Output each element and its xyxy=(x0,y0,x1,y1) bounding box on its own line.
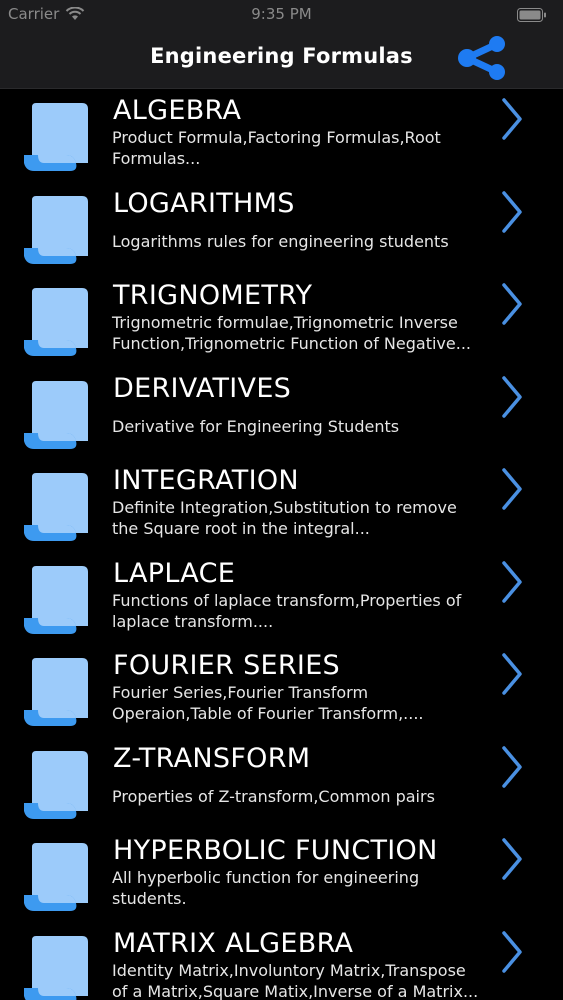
share-icon xyxy=(458,36,505,80)
document-icon xyxy=(24,103,92,171)
item-title: TRIGNOMETRY xyxy=(113,280,313,311)
item-title: INTEGRATION xyxy=(113,465,299,496)
chevron-right-icon xyxy=(501,745,523,789)
list-item[interactable]: FOURIER SERIES Fourier Series,Fourier Tra… xyxy=(0,644,563,737)
item-description: Fourier Series,Fourier Transform Operaio… xyxy=(112,683,424,723)
list-item[interactable]: INTEGRATION Definite Integration,Substitu… xyxy=(0,459,563,552)
document-icon xyxy=(24,565,92,634)
list-item[interactable]: TRIGNOMETRY Trignometric formulae,Trignom… xyxy=(0,274,563,367)
document-icon xyxy=(24,380,92,449)
list-item[interactable]: ALGEBRA Product Formula,Factoring Formula… xyxy=(0,89,563,182)
list-item[interactable]: LAPLACE Functions of laplace transform,Pr… xyxy=(0,552,563,645)
chevron-right-icon xyxy=(501,652,523,696)
battery-icon xyxy=(517,8,547,22)
item-description: All hyperbolic function for engineering … xyxy=(112,868,420,908)
item-title: ALGEBRA xyxy=(113,95,242,126)
item-title: DERIVATIVES xyxy=(113,372,292,404)
chevron-right-icon xyxy=(501,560,523,604)
item-title: LAPLACE xyxy=(113,557,236,589)
item-title: HYPERBOLIC FUNCTION xyxy=(113,835,438,866)
list-item[interactable]: LOGARITHMS Logarithms rules for engineeri… xyxy=(0,182,563,275)
document-icon xyxy=(24,935,92,1000)
item-title: FOURIER SERIES xyxy=(113,650,340,681)
item-description: Logarithms rules for engineering student… xyxy=(112,231,449,251)
app-screen: Carrier 9:35 PM Engineering Formulas ALG… xyxy=(0,0,563,1000)
navigation-bar: Engineering Formulas xyxy=(0,28,563,89)
status-time: 9:35 PM xyxy=(251,5,312,23)
list-item[interactable]: DERIVATIVES Derivative for Engineering St… xyxy=(0,367,563,460)
document-icon xyxy=(24,843,92,911)
item-title: LOGARITHMS xyxy=(113,187,295,219)
chevron-right-icon xyxy=(501,97,523,141)
chevron-right-icon xyxy=(501,282,523,326)
document-icon xyxy=(24,750,92,819)
chevron-right-icon xyxy=(501,930,523,974)
document-icon xyxy=(24,288,92,356)
item-title: MATRIX ALGEBRA xyxy=(113,927,354,959)
list-item[interactable]: MATRIX ALGEBRA Identity Matrix,Involuntor… xyxy=(0,922,563,1000)
item-description: Product Formula,Factoring Formulas,Root … xyxy=(112,128,441,168)
document-icon xyxy=(24,195,92,264)
document-icon xyxy=(24,473,92,541)
share-button[interactable] xyxy=(457,36,511,80)
chevron-right-icon xyxy=(501,375,523,419)
item-description: Trignometric formulae,Trignometric Inver… xyxy=(112,313,471,353)
chevron-right-icon xyxy=(501,837,523,881)
item-description: Definite Integration,Substitution to rem… xyxy=(112,498,457,538)
status-bar: Carrier 9:35 PM xyxy=(0,0,563,28)
list-item[interactable]: HYPERBOLIC FUNCTION All hyperbolic functi… xyxy=(0,829,563,922)
chevron-right-icon xyxy=(501,467,523,511)
chevron-right-icon xyxy=(501,190,523,234)
item-description: Functions of laplace transform,Propertie… xyxy=(112,590,462,631)
list-item[interactable]: Z-TRANSFORM Properties of Z-transform,Com… xyxy=(0,737,563,830)
item-title: Z-TRANSFORM xyxy=(113,742,311,774)
topic-list: ALGEBRA Product Formula,Factoring Formula… xyxy=(0,89,563,1000)
item-description: Properties of Z-transform,Common pairs xyxy=(112,786,435,806)
item-description: Identity Matrix,Involuntory Matrix,Trans… xyxy=(112,960,479,1000)
item-description: Derivative for Engineering Students xyxy=(112,416,400,436)
document-icon xyxy=(24,658,92,726)
